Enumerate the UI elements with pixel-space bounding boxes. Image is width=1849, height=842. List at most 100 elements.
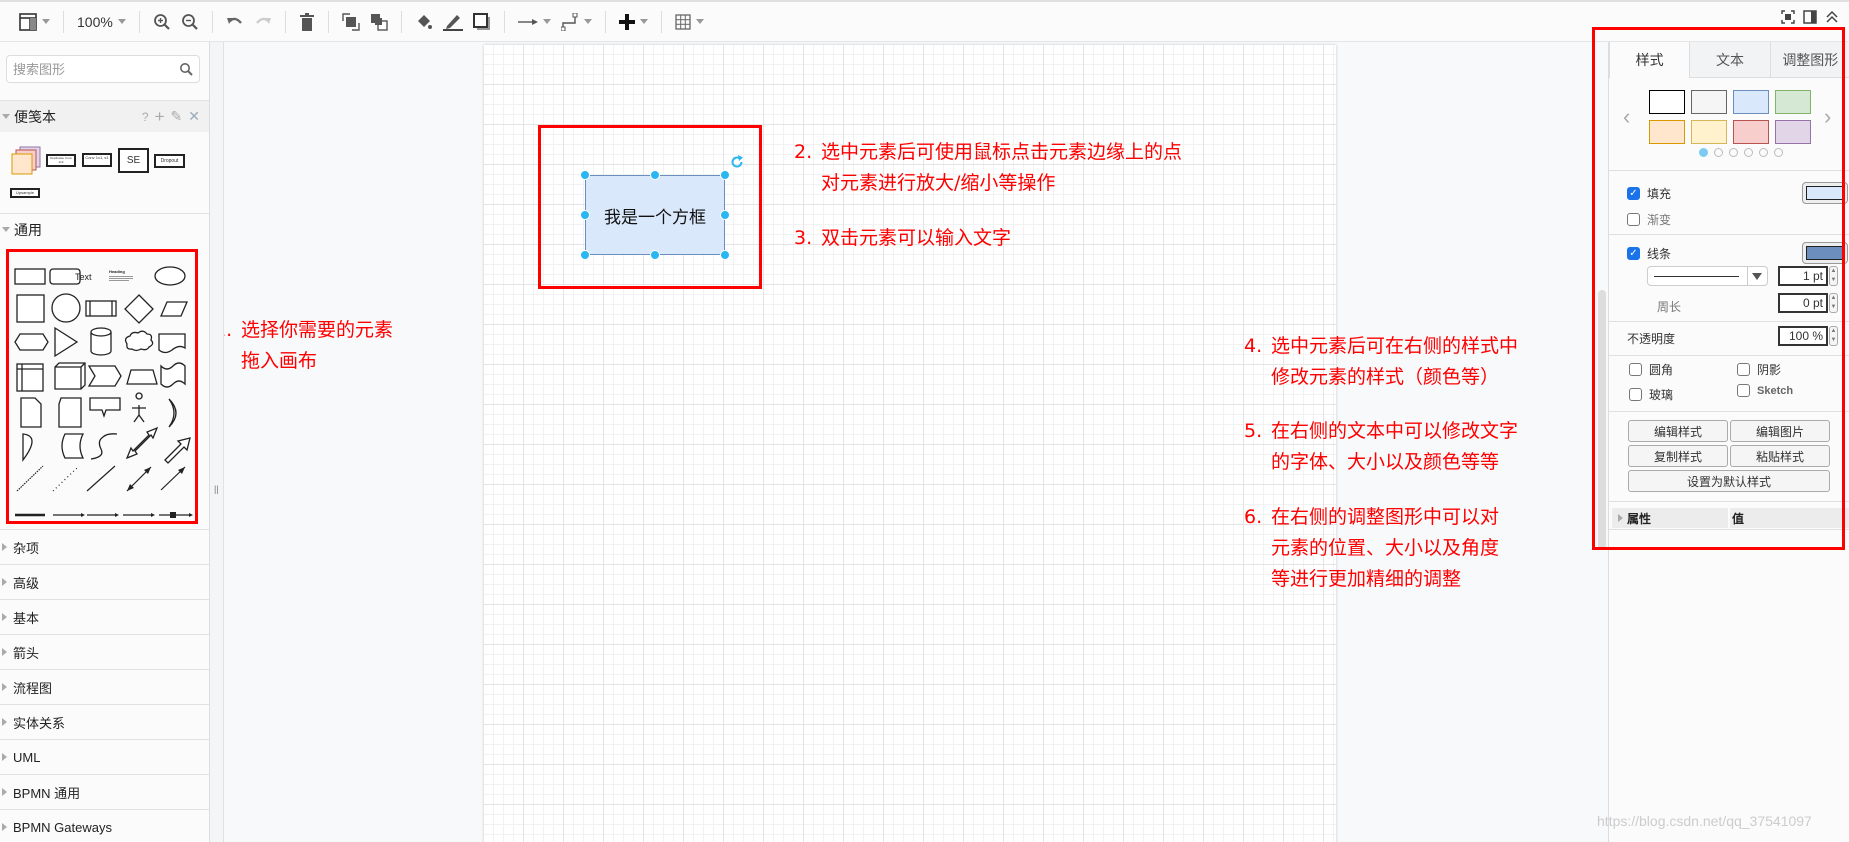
scratch-item[interactable]: Conv 1x1, s1 [82, 153, 112, 167]
section-uml[interactable]: UML [0, 739, 209, 774]
opacity-input[interactable]: 100 % [1778, 326, 1828, 346]
line-checkbox[interactable]: ✓ [1627, 247, 1640, 260]
fill-color-button[interactable] [1802, 182, 1848, 204]
format-panel-scrollbar[interactable] [1598, 290, 1606, 550]
search-input[interactable] [7, 56, 167, 82]
line-pattern-select[interactable] [1647, 266, 1768, 286]
sidebar-splitter[interactable]: || [210, 42, 224, 842]
rounded-checkbox-row[interactable]: 圆角 [1629, 361, 1673, 378]
section-bpmn-gateways[interactable]: BPMN Gateways [0, 809, 209, 842]
sketch-checkbox[interactable] [1737, 384, 1750, 397]
resize-handle-e[interactable] [720, 210, 730, 220]
glass-checkbox-row[interactable]: 玻璃 [1629, 386, 1673, 403]
line-width-input[interactable]: 1 pt [1778, 266, 1828, 286]
scratch-item[interactable]: Depthwise Conv 3x3 [46, 154, 76, 167]
textbox-shape[interactable]: Heading [109, 269, 133, 281]
chevron-left-icon[interactable]: ‹ [1623, 104, 1630, 130]
line-color-button[interactable] [438, 7, 468, 37]
close-icon[interactable]: ✕ [188, 108, 200, 125]
resize-handle-w[interactable] [580, 210, 590, 220]
rectangle-element[interactable]: 我是一个方框 [585, 175, 725, 255]
text-shape[interactable]: Text [75, 272, 92, 282]
glass-checkbox[interactable] [1629, 388, 1642, 401]
pager-dot[interactable] [1729, 148, 1738, 157]
pager-dot[interactable] [1714, 148, 1723, 157]
section-basic[interactable]: 基本 [0, 599, 209, 634]
chevron-right-icon[interactable]: › [1824, 104, 1831, 130]
zoom-out-button[interactable] [176, 7, 204, 37]
scratch-item[interactable]: Upsample [10, 188, 40, 198]
perimeter-input[interactable]: 0 pt [1778, 293, 1828, 313]
resize-handle-nw[interactable] [580, 170, 590, 180]
stacked-layers-shape[interactable] [10, 146, 42, 176]
waypoints-button[interactable] [556, 7, 597, 37]
tab-style[interactable]: 样式 [1609, 42, 1690, 78]
resize-handle-se[interactable] [720, 250, 730, 260]
resize-handle-ne[interactable] [720, 170, 730, 180]
undo-button[interactable] [221, 7, 249, 37]
scratch-item[interactable]: Dropout [154, 154, 185, 168]
style-swatch[interactable] [1691, 90, 1727, 114]
format-panel-toggle-icon[interactable] [1803, 10, 1817, 24]
resize-handle-n[interactable] [650, 170, 660, 180]
fill-color-button[interactable] [410, 7, 438, 37]
sketch-checkbox-row[interactable]: Sketch [1737, 384, 1793, 397]
shadow-checkbox-row[interactable]: 阴影 [1737, 361, 1781, 378]
scratch-item[interactable]: SE [118, 148, 149, 173]
section-flowchart[interactable]: 流程图 [0, 669, 209, 704]
connection-style-button[interactable] [513, 7, 556, 37]
style-swatch[interactable] [1649, 120, 1685, 144]
line-width-spinner[interactable]: ▲ ▼ [1829, 266, 1838, 286]
fill-checkbox[interactable]: ✓ [1627, 187, 1640, 200]
style-swatch[interactable] [1733, 90, 1769, 114]
collapse-icon[interactable] [1825, 10, 1839, 24]
diagram-canvas[interactable]: 1.选择你需要的元素 拖入画布 我是一个方框 2.选中元素后可使用鼠标点击元素边… [224, 42, 1608, 842]
style-swatch[interactable] [1733, 120, 1769, 144]
properties-table-header[interactable]: 属性 值 [1612, 508, 1849, 528]
shadow-button[interactable] [468, 7, 496, 37]
style-swatch[interactable] [1649, 90, 1685, 114]
table-button[interactable] [670, 7, 709, 37]
to-front-button[interactable] [337, 7, 365, 37]
search-icon[interactable] [179, 62, 193, 76]
drag-handle-icon[interactable]: || [214, 484, 219, 494]
fullscreen-icon[interactable] [1781, 10, 1795, 24]
section-advanced[interactable]: 高级 [0, 564, 209, 599]
tab-arrange[interactable]: 调整图形 [1769, 42, 1849, 78]
section-misc[interactable]: 杂项 [0, 529, 209, 564]
section-entity-relation[interactable]: 实体关系 [0, 704, 209, 739]
zoom-dropdown[interactable]: 100% [72, 7, 131, 37]
to-back-button[interactable] [365, 7, 393, 37]
style-swatch[interactable] [1775, 120, 1811, 144]
shadow-checkbox[interactable] [1737, 363, 1750, 376]
tab-text[interactable]: 文本 [1689, 42, 1770, 78]
fill-checkbox-row[interactable]: ✓ 填充 [1627, 185, 1671, 202]
pager-dot[interactable] [1699, 148, 1708, 157]
section-bpmn-general[interactable]: BPMN 通用 [0, 774, 209, 809]
paste-style-button[interactable]: 粘贴样式 [1730, 445, 1830, 467]
resize-handle-s[interactable] [650, 250, 660, 260]
delete-button[interactable] [294, 7, 320, 37]
opacity-spinner[interactable]: ▲ ▼ [1829, 326, 1838, 346]
copy-style-button[interactable]: 复制样式 [1628, 445, 1728, 467]
pager-dot[interactable] [1774, 148, 1783, 157]
insert-button[interactable] [614, 7, 653, 37]
rounded-checkbox[interactable] [1629, 363, 1642, 376]
scratchpad-header[interactable]: 便笺本 ? + ✎ ✕ [0, 100, 209, 132]
edit-image-button[interactable]: 编辑图片 [1730, 420, 1830, 442]
pager-dot[interactable] [1744, 148, 1753, 157]
line-checkbox-row[interactable]: ✓ 线条 [1627, 245, 1671, 262]
perimeter-spinner[interactable]: ▲ ▼ [1829, 293, 1838, 313]
help-icon[interactable]: ? [142, 110, 149, 124]
add-icon[interactable]: + [155, 107, 165, 127]
general-header[interactable]: 通用 [0, 213, 209, 245]
set-default-style-button[interactable]: 设置为默认样式 [1628, 470, 1830, 492]
shape-search[interactable] [6, 55, 200, 83]
resize-handle-sw[interactable] [580, 250, 590, 260]
rotate-handle-icon[interactable] [729, 154, 745, 170]
line-color-button[interactable] [1802, 242, 1848, 264]
gradient-checkbox-row[interactable]: 渐变 [1627, 211, 1671, 228]
style-swatch[interactable] [1775, 90, 1811, 114]
edit-style-button[interactable]: 编辑样式 [1628, 420, 1728, 442]
view-panels-button[interactable] [14, 7, 55, 37]
